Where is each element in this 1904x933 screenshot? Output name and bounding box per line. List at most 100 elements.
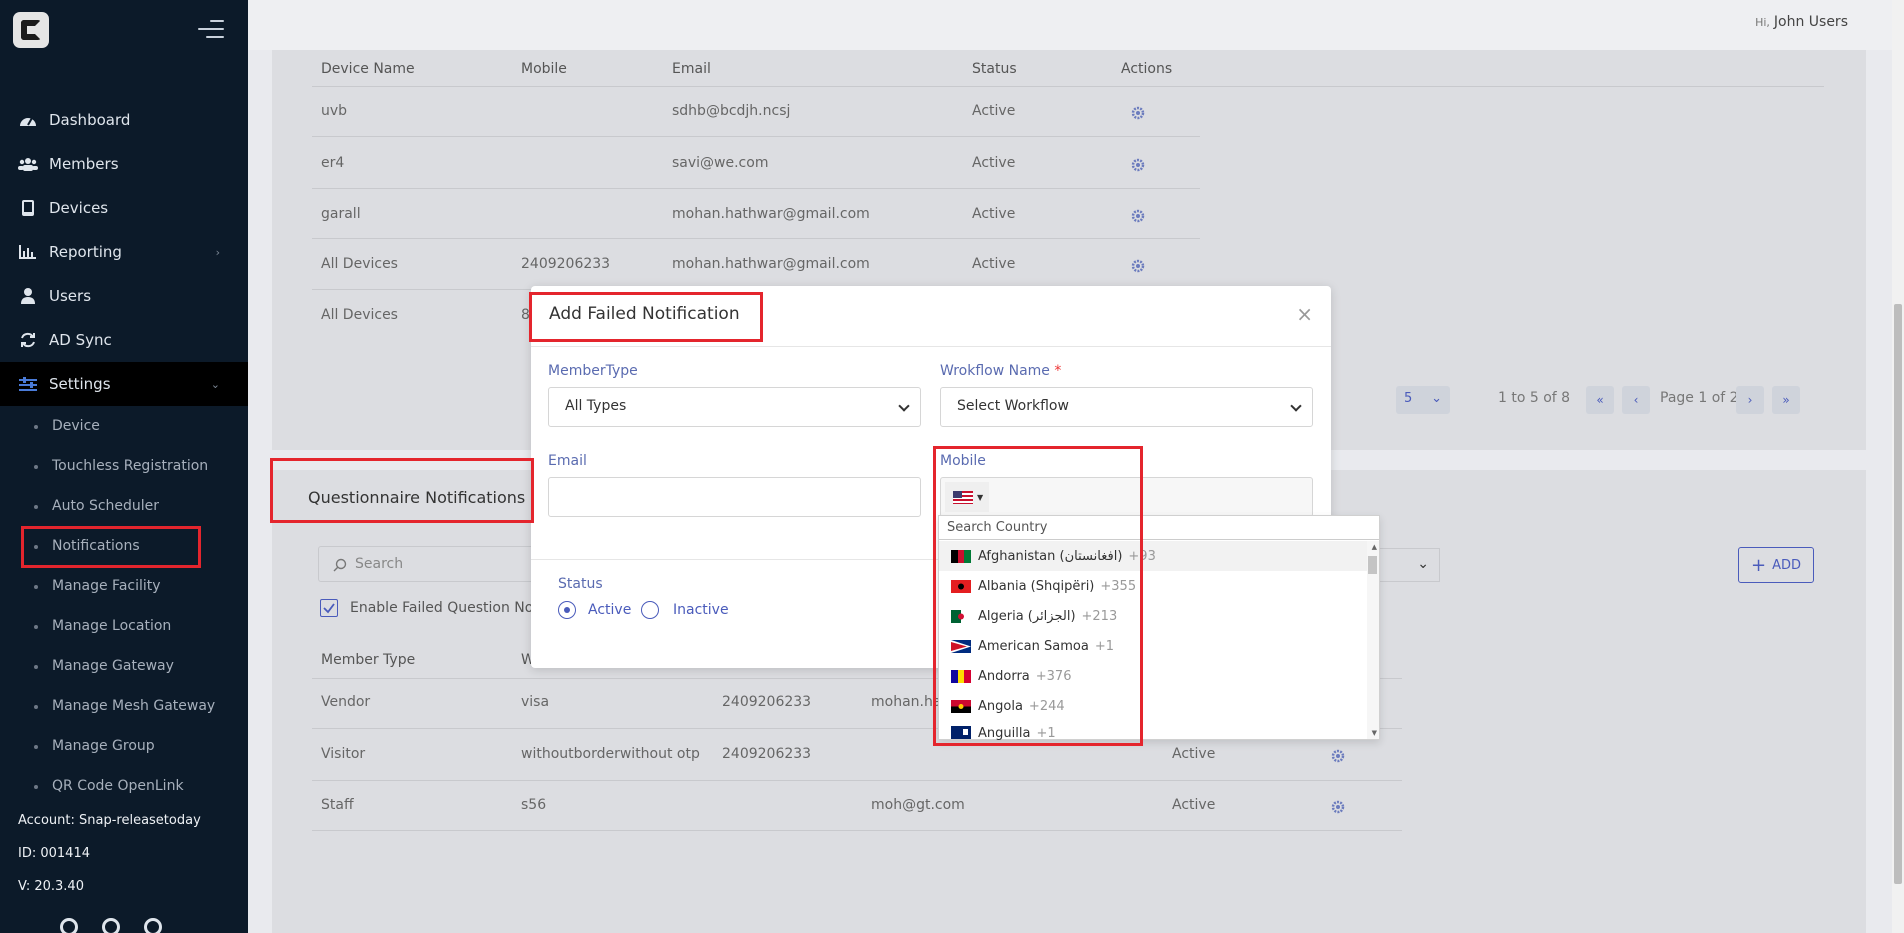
gear-icon[interactable]	[1331, 800, 1345, 814]
nav-devices[interactable]: Devices	[0, 186, 248, 230]
menu-toggle-icon[interactable]	[198, 20, 224, 40]
prev-page-button[interactable]: ‹	[1622, 386, 1650, 414]
cell-workflow: s56	[521, 797, 547, 813]
cell-device: garall	[321, 206, 361, 222]
nav-label: AD Sync	[49, 331, 112, 349]
status-active-radio[interactable]	[558, 601, 576, 619]
gear-icon[interactable]	[1131, 259, 1145, 273]
sub-manage-gateway[interactable]: Manage Gateway	[0, 646, 248, 686]
cell-email: sdhb@bcdjh.ncsj	[672, 103, 791, 119]
nav-label: Devices	[49, 199, 109, 217]
cell-device: All Devices	[321, 307, 398, 323]
chevron-down-icon: ⌄	[210, 377, 220, 391]
close-icon[interactable]: ×	[1296, 304, 1313, 324]
cell-email: mohan.ha	[871, 694, 942, 710]
app-logo[interactable]	[13, 12, 49, 48]
gear-icon[interactable]	[1131, 158, 1145, 172]
gear-icon[interactable]	[144, 918, 162, 933]
member-type-select[interactable]: All Types	[548, 387, 921, 427]
cell-device: uvb	[321, 103, 348, 119]
row-divider	[312, 830, 1402, 831]
nav-label: Users	[49, 287, 92, 305]
sub-manage-mesh-gateway[interactable]: Manage Mesh Gateway	[0, 686, 248, 726]
sub-device[interactable]: Device	[0, 406, 248, 446]
row-divider	[312, 780, 1402, 781]
page-size-select[interactable]: 5 ⌄	[1396, 386, 1450, 414]
page-scrollbar-thumb[interactable]	[1894, 304, 1902, 884]
account-id: ID: 001414	[18, 846, 90, 861]
row-divider	[312, 238, 1200, 239]
cell-workflow: visa	[521, 694, 550, 710]
add-label: ADD	[1772, 557, 1801, 573]
cell-status: Active	[1172, 797, 1216, 813]
search-input[interactable]: Search	[318, 546, 538, 582]
status-active-label: Active	[588, 602, 632, 618]
search-placeholder: Search	[355, 556, 404, 572]
sidebar-footer-icons	[60, 918, 162, 933]
col-status: Status	[972, 61, 1017, 77]
devices-icon	[18, 200, 38, 216]
nav-settings[interactable]: Settings ⌄	[0, 362, 248, 406]
account-name: Account: Snap-releasetoday	[18, 813, 201, 828]
nav-label: Members	[49, 155, 119, 173]
sub-touchless-registration[interactable]: Touchless Registration	[0, 446, 248, 486]
user-greeting[interactable]: Hi, John Users	[1755, 14, 1848, 30]
members-icon	[18, 156, 38, 172]
add-button[interactable]: + ADD	[1738, 547, 1814, 583]
nav-ad-sync[interactable]: AD Sync	[0, 318, 248, 362]
status-inactive-radio[interactable]	[641, 601, 659, 619]
gear-icon[interactable]	[1131, 209, 1145, 223]
enable-failed-notification-label: Enable Failed Question Notif	[350, 600, 548, 616]
cell-status: Active	[1172, 746, 1216, 762]
cell-status: Active	[972, 256, 1016, 272]
highlight-modal-title	[529, 292, 763, 342]
cell-member-type: Vendor	[321, 694, 371, 710]
user-name: John Users	[1773, 14, 1848, 30]
greeting-prefix: Hi,	[1755, 16, 1770, 29]
chevron-down-icon: ⌄	[1431, 391, 1442, 406]
support-icon[interactable]	[102, 918, 120, 933]
next-page-button[interactable]: ›	[1736, 386, 1764, 414]
cell-mobile: 2409206233	[722, 694, 812, 710]
sync-icon	[18, 332, 38, 348]
last-page-button[interactable]: »	[1772, 386, 1800, 414]
gear-icon[interactable]	[1331, 749, 1345, 763]
nav-users[interactable]: Users	[0, 274, 248, 318]
email-field[interactable]	[548, 477, 921, 517]
sidebar: Dashboard Members Devices Reporting › Us…	[0, 0, 248, 933]
status-label: Status	[558, 576, 603, 592]
status-inactive-label: Inactive	[673, 602, 729, 618]
filter-select[interactable]: ⌄	[1380, 548, 1440, 582]
col-member-type: Member Type	[321, 652, 416, 668]
nav-dashboard[interactable]: Dashboard	[0, 98, 248, 142]
page-indicator: Page 1 of 2	[1660, 390, 1739, 406]
page-size-value: 5	[1404, 391, 1413, 406]
gear-icon[interactable]	[1131, 106, 1145, 120]
sub-manage-group[interactable]: Manage Group	[0, 726, 248, 766]
sub-manage-facility[interactable]: Manage Facility	[0, 566, 248, 606]
col-mobile: Mobile	[521, 61, 567, 77]
scroll-up-icon[interactable]: ▲	[1372, 543, 1377, 551]
sub-qr-code-openlink[interactable]: QR Code OpenLink	[0, 766, 248, 806]
chevron-right-icon: ›	[215, 245, 220, 259]
nav-members[interactable]: Members	[0, 142, 248, 186]
reporting-icon	[18, 244, 38, 260]
sub-manage-location[interactable]: Manage Location	[0, 606, 248, 646]
workflow-select[interactable]: Select Workflow	[940, 387, 1313, 427]
nav-reporting[interactable]: Reporting ›	[0, 230, 248, 274]
settings-icon	[18, 376, 38, 392]
cell-email: mohan.hathwar@gmail.com	[672, 206, 870, 222]
member-type-value: All Types	[565, 398, 627, 414]
scroll-down-icon[interactable]: ▼	[1372, 729, 1377, 737]
enable-failed-notification-checkbox[interactable]	[320, 599, 338, 617]
row-divider	[312, 188, 1200, 189]
modal-divider	[531, 346, 1331, 347]
cell-status: Active	[972, 103, 1016, 119]
sub-auto-scheduler[interactable]: Auto Scheduler	[0, 486, 248, 526]
country-list-scrollbar-thumb[interactable]	[1368, 556, 1377, 574]
help-icon[interactable]	[60, 918, 78, 933]
col-device-name: Device Name	[321, 61, 415, 77]
cell-mobile: 2409206233	[521, 256, 611, 272]
first-page-button[interactable]: «	[1586, 386, 1614, 414]
email-label: Email	[548, 453, 587, 469]
